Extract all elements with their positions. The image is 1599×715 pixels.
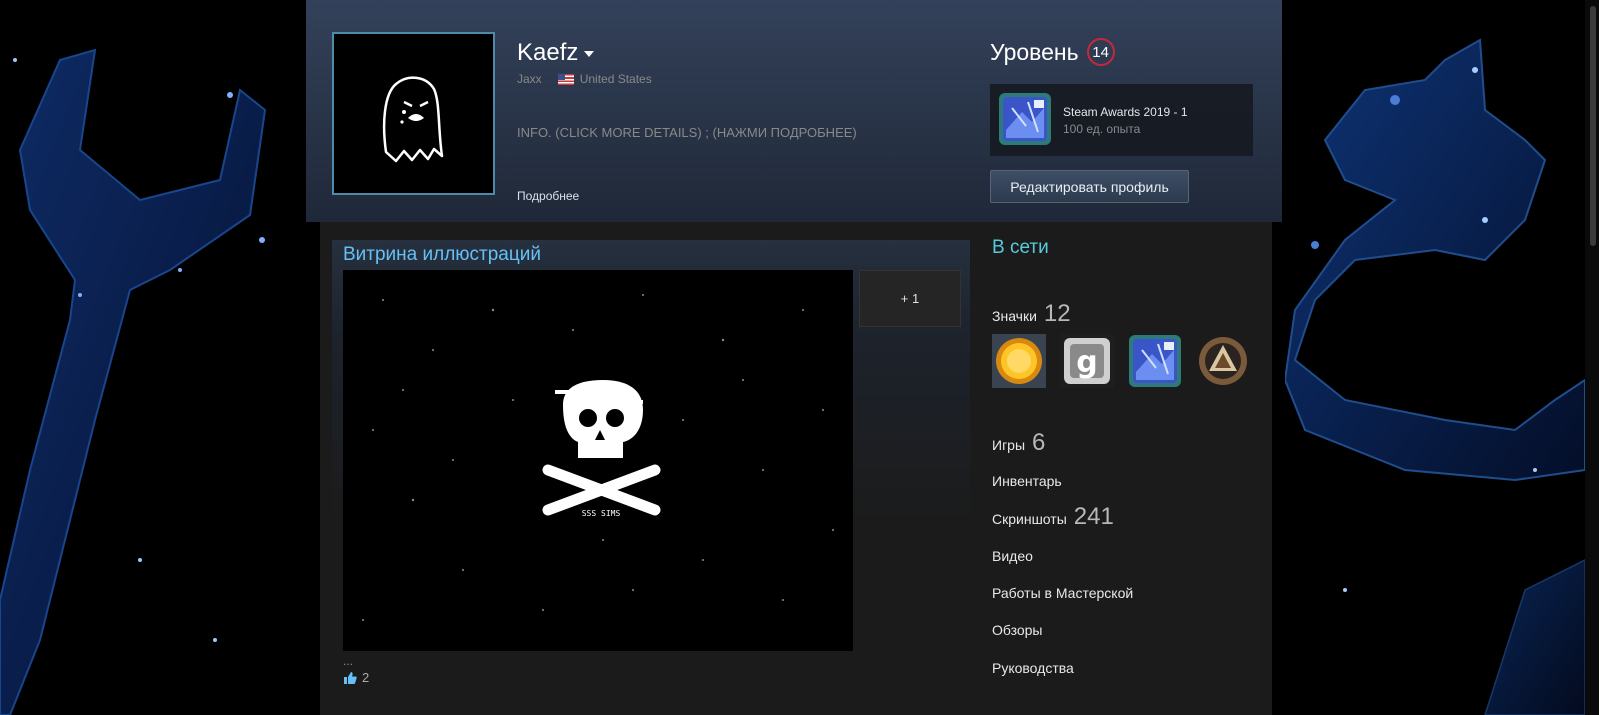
showcase-title: Витрина иллюстраций [343, 244, 541, 265]
games-link[interactable]: Игры 6 [992, 429, 1045, 457]
profile-content: Витрина иллюстраций SSS SIMS + 1 ... 2 В… [320, 222, 1272, 715]
real-name-location: Jaxx United States [517, 72, 652, 86]
screenshots-label: Скриншоты [992, 511, 1067, 527]
page-scrollbar[interactable] [1585, 0, 1599, 715]
guides-label: Руководства [992, 660, 1074, 676]
persona-name-text: Kaefz [517, 39, 579, 66]
level-label: Уровень [990, 38, 1079, 65]
chevron-down-icon[interactable] [584, 50, 595, 57]
guides-link[interactable]: Руководства [992, 660, 1074, 676]
screenshots-link[interactable]: Скриншоты 241 [992, 503, 1114, 531]
favorite-badge[interactable]: Steam Awards 2019 - 1 100 ед. опыта [990, 84, 1253, 156]
inventory-link[interactable]: Инвентарь [992, 473, 1062, 489]
profile-avatar[interactable] [332, 32, 495, 195]
steam-awards-badge-icon [999, 93, 1051, 145]
reviews-link[interactable]: Обзоры [992, 622, 1043, 638]
persona-name[interactable]: Kaefz [517, 39, 595, 67]
artwork-caption: SSS SIMS [582, 509, 621, 518]
inventory-label: Инвентарь [992, 473, 1062, 489]
country-name: United States [579, 72, 652, 86]
workshop-label: Работы в Мастерской [992, 585, 1134, 601]
games-count: 6 [1032, 429, 1046, 456]
videos-label: Видео [992, 548, 1033, 564]
skull-crossbones-artwork: SSS SIMS [343, 270, 853, 651]
artwork-description: ... [343, 654, 354, 668]
us-flag-icon [557, 73, 574, 85]
background-wrench-art [0, 48, 267, 715]
favorite-badge-xp: 100 ед. опыта [1063, 122, 1141, 136]
badge-list: g [992, 334, 1250, 388]
profile-summary: INFO. (CLICK MORE DETAILS) ; (НАЖМИ ПОДР… [517, 125, 857, 140]
background-creature-art [1285, 38, 1585, 715]
reviews-label: Обзоры [992, 622, 1043, 638]
ghost-avatar-icon [382, 76, 444, 163]
thumbs-up-icon [344, 671, 357, 684]
videos-link[interactable]: Видео [992, 548, 1033, 564]
level-badge[interactable]: 14 [1086, 38, 1115, 66]
level-section: Уровень 14 [990, 38, 1115, 66]
triangle-emblem-badge-icon[interactable] [1196, 334, 1250, 388]
workshop-link[interactable]: Работы в Мастерской [992, 585, 1133, 601]
profile-header: Kaefz Jaxx United States INFO. (CLICK MO… [306, 0, 1282, 222]
showcase-artwork-image[interactable]: SSS SIMS [343, 270, 853, 651]
steam-awards-badge-icon[interactable] [1128, 334, 1182, 388]
likes-count: 2 [362, 670, 370, 685]
badges-count: 12 [1043, 300, 1071, 327]
badges-label: Значки [992, 308, 1037, 324]
scrollbar-thumb[interactable] [1590, 6, 1596, 246]
screenshots-count: 241 [1073, 503, 1114, 530]
artwork-showcase: Витрина иллюстраций SSS SIMS + 1 ... 2 [332, 240, 970, 715]
games-label: Игры [992, 437, 1026, 453]
edit-profile-button[interactable]: Редактировать профиль [990, 170, 1189, 203]
more-details-link[interactable]: Подробнее [517, 189, 579, 203]
artwork-likes[interactable]: 2 [343, 670, 369, 685]
badges-link[interactable]: Значки 12 [992, 300, 1071, 328]
gold-coin-badge-icon[interactable] [992, 334, 1046, 388]
online-status: В сети [992, 237, 1049, 258]
favorite-badge-title: Steam Awards 2019 - 1 [1063, 105, 1188, 119]
svg-text:g: g [1076, 345, 1097, 380]
more-artwork-button[interactable]: + 1 [859, 270, 961, 327]
g-letter-badge-icon[interactable]: g [1060, 334, 1114, 388]
real-name: Jaxx [517, 72, 542, 86]
